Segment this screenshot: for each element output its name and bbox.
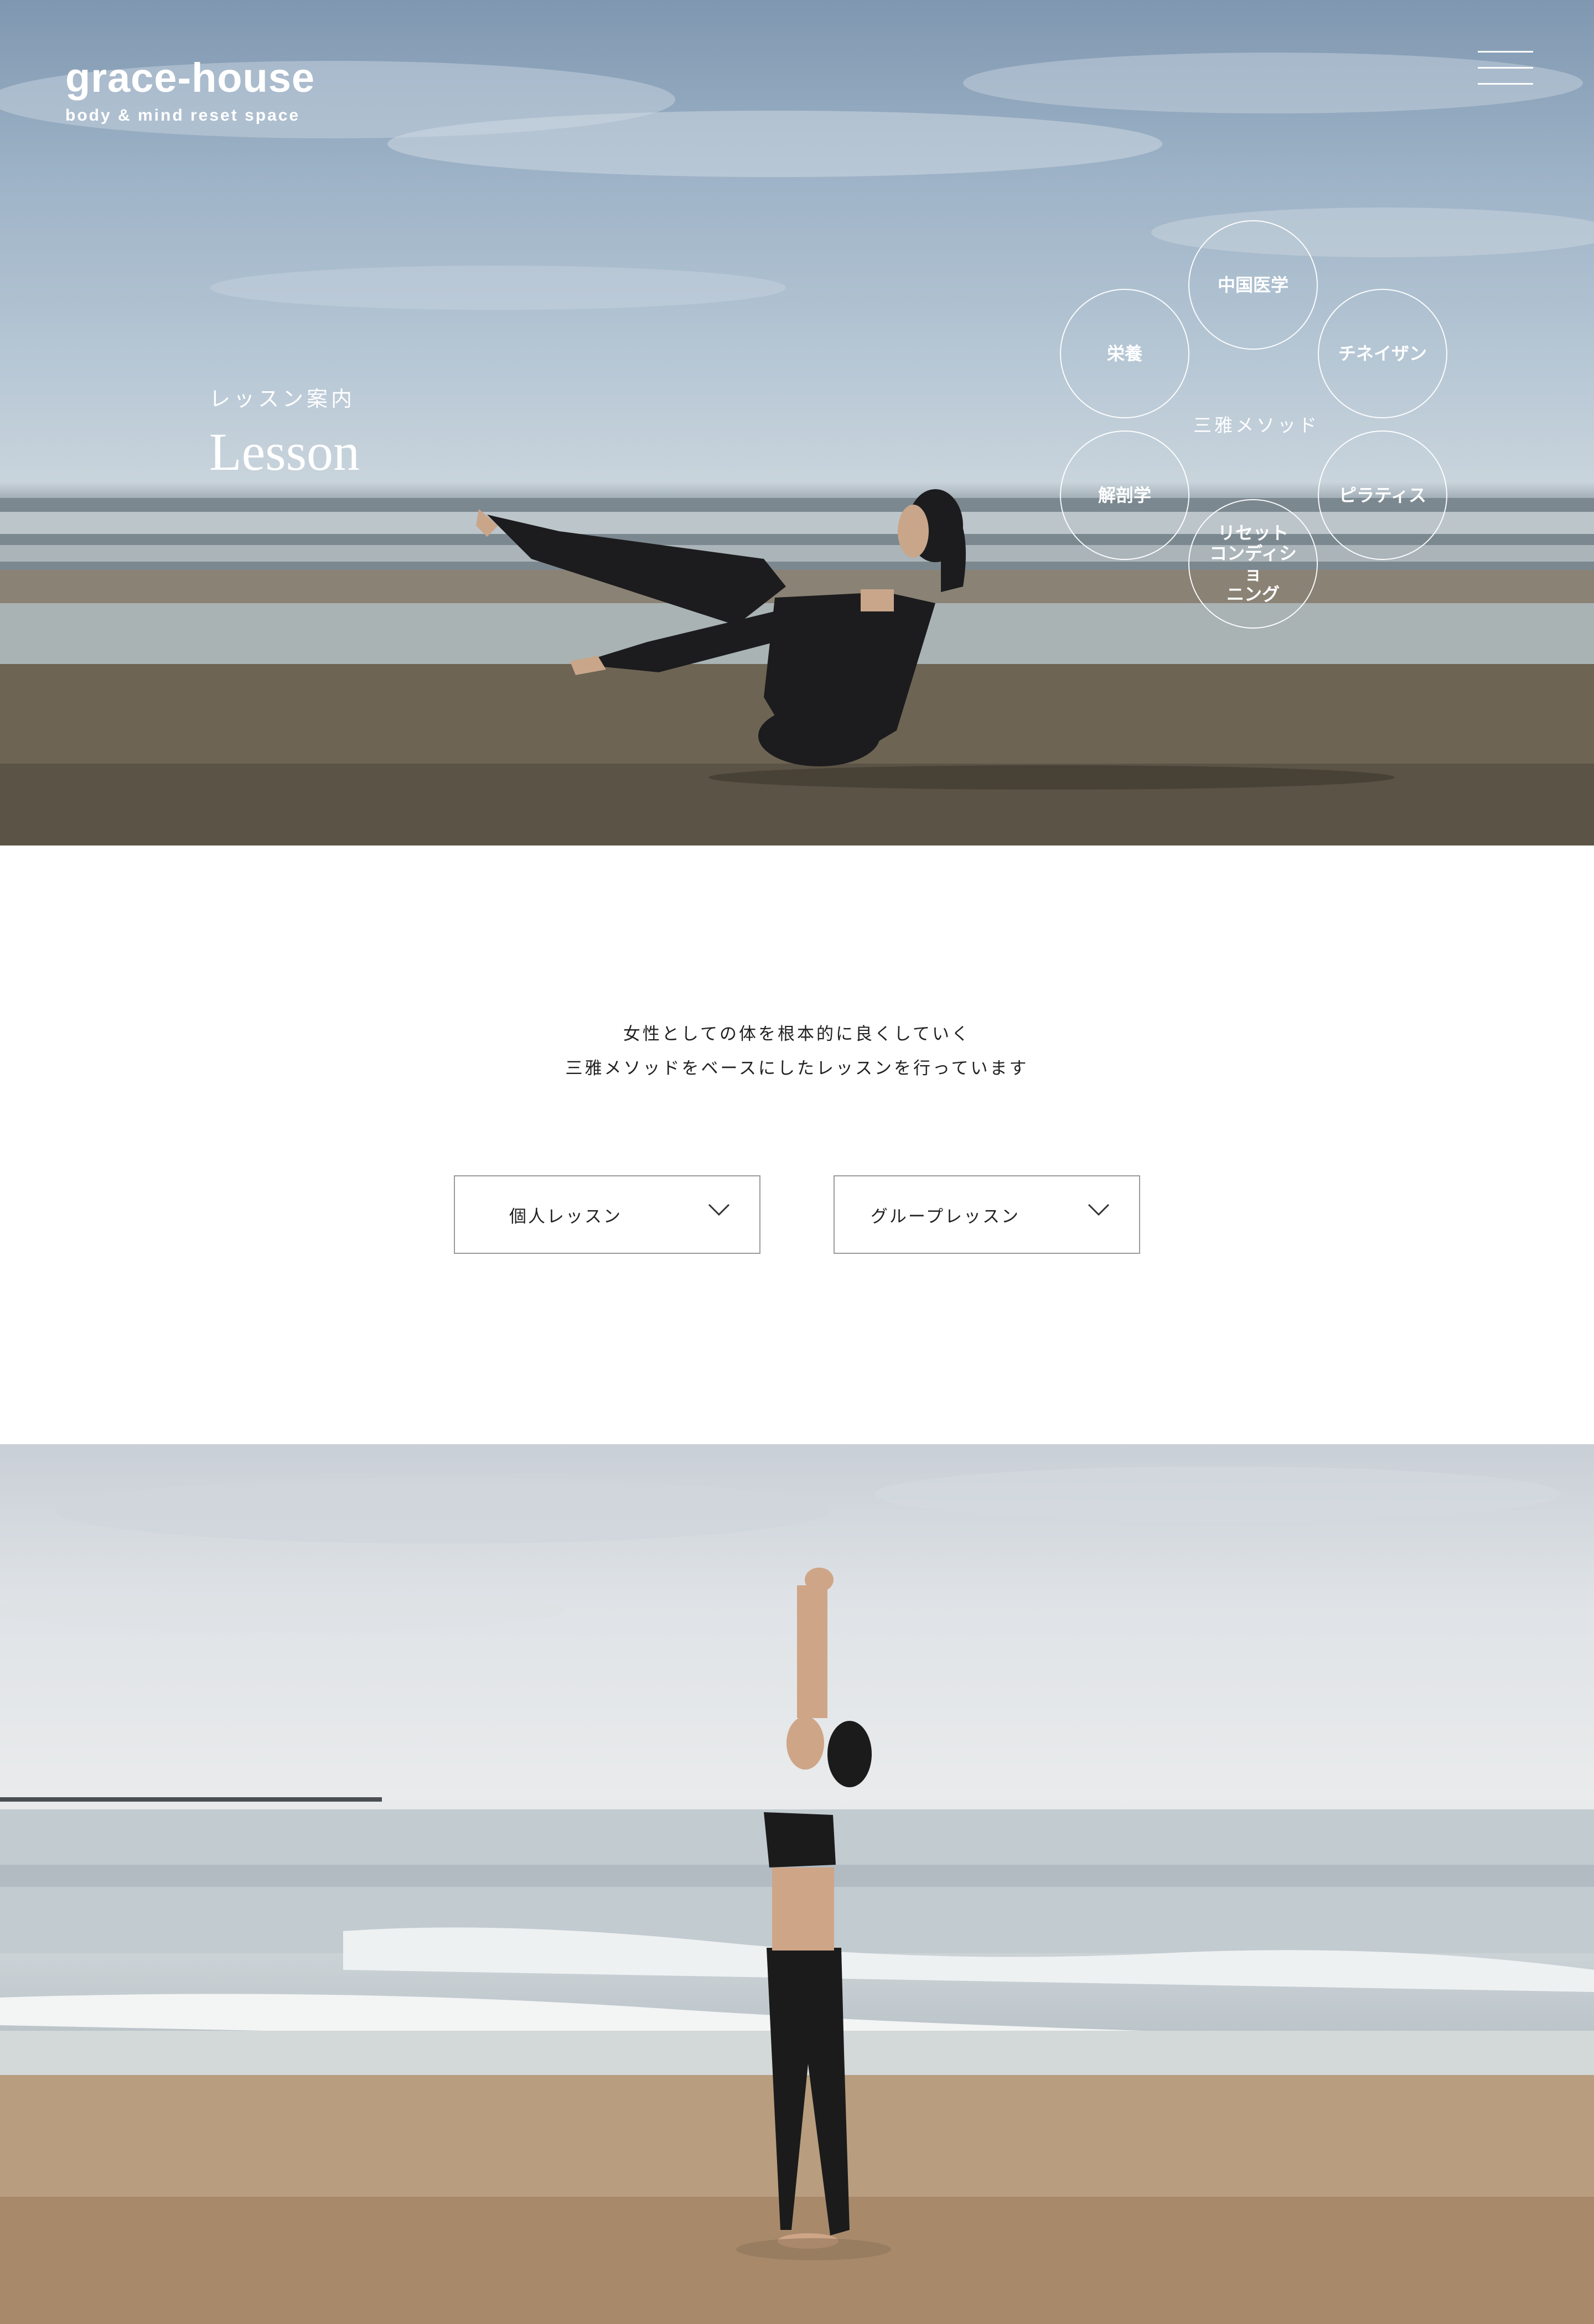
private-lesson-button[interactable]: 個人レッスン [454, 1175, 760, 1254]
intro-text: 女性としての体を根本的に良くしていく 三雅メソッドをベースにしたレッスンを行って… [0, 1017, 1594, 1086]
logo-name: grace-house [65, 55, 315, 101]
intro-line: 三雅メソッドをベースにしたレッスンを行っています [565, 1059, 1029, 1078]
group-lesson-button[interactable]: グループレッスン [834, 1175, 1140, 1254]
menu-line [1478, 83, 1533, 85]
menu-line [1478, 67, 1533, 69]
hamburger-menu-icon[interactable] [1478, 49, 1533, 87]
beach-stretch-image [0, 1466, 1594, 2324]
intro-line: 女性としての体を根本的に良くしていく [623, 1024, 971, 1044]
method-circle-chinese-medicine: 中国医学 [1188, 220, 1318, 350]
private-lesson-label: 個人レッスン [509, 1206, 622, 1227]
chevron-down-icon [708, 1204, 730, 1216]
page-subtitle: レッスン案内 [209, 387, 356, 411]
method-diagram: 三雅メソッド 中国医学 チネイザン ピラティス リセット コンディショ ニング … [1052, 216, 1461, 631]
method-circle-pilates: ピラティス [1318, 430, 1447, 560]
method-circle-chi-nei-tsang: チネイザン [1318, 289, 1447, 418]
method-circle-reset-conditioning: リセット コンディショ ニング [1188, 499, 1318, 629]
chevron-down-icon [1088, 1204, 1110, 1216]
page-title: Lesson [209, 422, 360, 481]
group-lesson-label: グループレッスン [870, 1206, 1021, 1227]
logo-tagline: body & mind reset space [65, 106, 301, 124]
menu-line [1478, 51, 1533, 53]
site-logo[interactable]: grace-house body & mind reset space [65, 58, 315, 125]
method-circle-nutrition: 栄養 [1060, 289, 1189, 418]
intro-section: 女性としての体を根本的に良くしていく 三雅メソッドをベースにしたレッスンを行って… [0, 845, 1594, 1444]
hero-section: grace-house body & mind reset space レッスン… [0, 0, 1594, 845]
page-heading: レッスン案内 Lesson [209, 382, 360, 479]
method-circle-anatomy: 解剖学 [1060, 430, 1189, 560]
beach-stretch-photo [0, 1444, 1594, 2324]
